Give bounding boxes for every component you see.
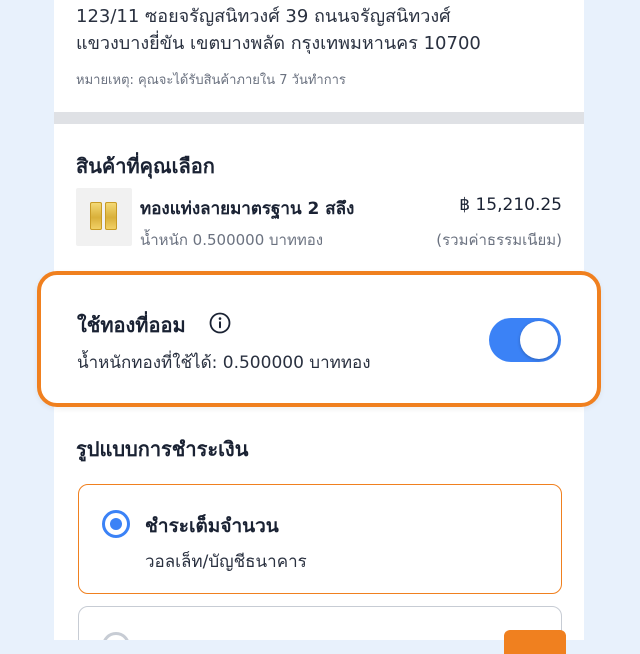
address-line-2: แขวงบางยี่ขัน เขตบางพลัด กรุงเทพมหานคร 1… xyxy=(76,33,481,54)
address-line-1: 123/11 ซอยจรัญสนิทวงศ์ 39 ถนนจรัญสนิทวงศ… xyxy=(76,6,451,27)
radio-selected-icon[interactable] xyxy=(102,510,130,538)
gold-savings-card: ใช้ทองที่ออม น้ำหนักทองที่ใช้ได้: 0.5000… xyxy=(37,271,601,407)
radio-unselected-icon[interactable] xyxy=(102,632,130,640)
payment-option-sub: วอลเล็ท/บัญชีธนาคาร xyxy=(145,552,307,572)
info-icon[interactable] xyxy=(209,312,231,334)
payment-option-installment[interactable] xyxy=(78,606,562,640)
product-name: ทองแท่งลายมาตรฐาน 2 สลึง xyxy=(140,199,355,219)
selected-product-title: สินค้าที่คุณเลือก xyxy=(76,154,215,178)
toggle-knob xyxy=(520,321,558,359)
delivery-note: หมายเหตุ: คุณจะได้รับสินค้าภายใน 7 วันทำ… xyxy=(76,73,346,88)
use-gold-savings-toggle[interactable] xyxy=(489,318,561,362)
fee-note: (รวมค่าธรรมเนียม) xyxy=(436,231,562,249)
payment-option-full[interactable]: ชำระเต็มจำนวน วอลเล็ท/บัญชีธนาคาร xyxy=(78,484,562,594)
gold-available-weight: น้ำหนักทองที่ใช้ได้: 0.500000 บาททอง xyxy=(77,353,371,373)
product-price: ฿ 15,210.25 xyxy=(459,195,562,215)
section-divider xyxy=(54,112,584,124)
option-badge xyxy=(504,630,566,654)
payment-option-label: ชำระเต็มจำนวน xyxy=(145,515,279,537)
payment-method-title: รูปแบบการชำระเงิน xyxy=(76,437,249,461)
product-weight: น้ำหนัก 0.500000 บาททอง xyxy=(140,231,324,249)
gold-savings-title: ใช้ทองที่ออม xyxy=(77,313,186,337)
gold-bar-icon xyxy=(76,188,132,246)
